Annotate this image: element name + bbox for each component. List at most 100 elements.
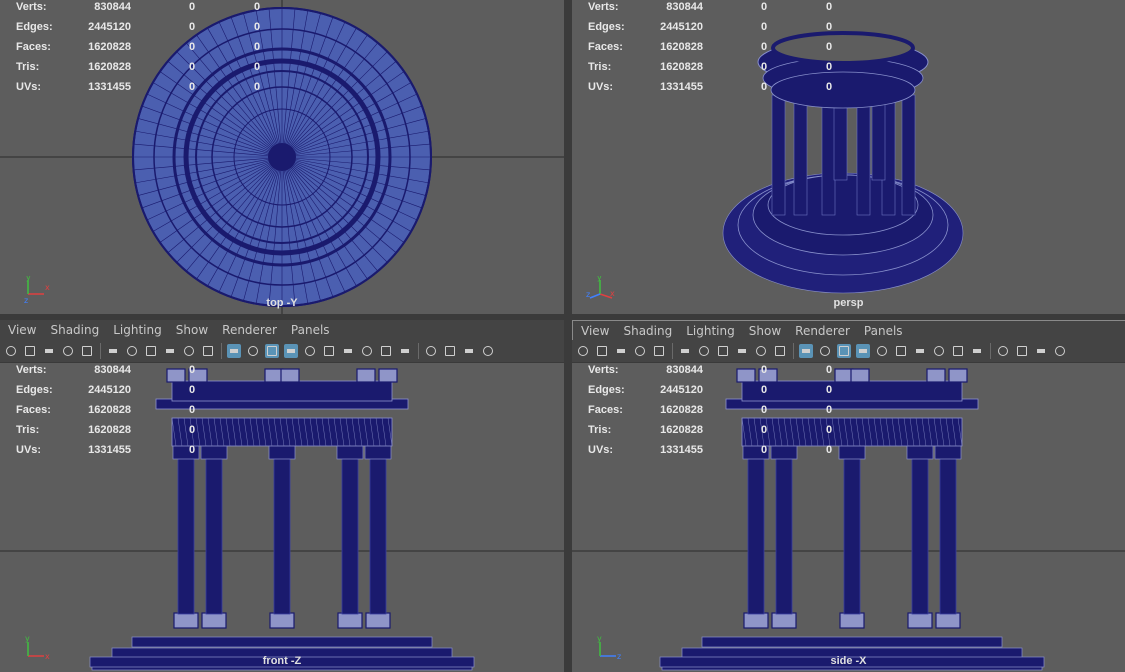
poly-count-hud: Verts: 830844 0 0 Edges: 2445120 0 0 Faces: 162…: [588, 0, 848, 100]
shadows-icon[interactable]: [894, 344, 908, 358]
stat-selected: 0: [761, 444, 768, 456]
camera-label: persp: [833, 297, 864, 309]
panel-toolbar: [0, 340, 564, 363]
side-view-panel[interactable]: View Shading Lighting Show Renderer Pane…: [572, 320, 1125, 672]
lights-icon[interactable]: [303, 344, 317, 358]
menu-view[interactable]: View: [0, 323, 43, 337]
ssao-icon[interactable]: [913, 344, 927, 358]
film-gate-icon[interactable]: [678, 344, 692, 358]
stat-triangulated: 0: [254, 21, 261, 33]
grid-icon[interactable]: [80, 344, 94, 358]
stat-triangulated: 0: [826, 444, 833, 456]
grid-icon[interactable]: [652, 344, 666, 358]
top-viewport[interactable]: Verts: 830844 0 0 Edges: 2445120 0 0 Faces: 162…: [0, 0, 564, 314]
stat-label: Tris:: [16, 61, 40, 73]
isolate-icon[interactable]: [996, 344, 1010, 358]
motion-blur-icon[interactable]: [360, 344, 374, 358]
column-base: [771, 612, 797, 629]
lights-icon[interactable]: [875, 344, 889, 358]
front-viewport[interactable]: Verts: 830844 0 Edges: 2445120 0 Faces: 16208…: [0, 363, 564, 672]
bookmark-icon[interactable]: [614, 344, 628, 358]
side-viewport[interactable]: Verts: 830844 0 0 Edges: 2445120 0 0 Faces: 162…: [572, 363, 1125, 672]
resolution-gate-icon[interactable]: [697, 344, 711, 358]
camera-attr-icon[interactable]: [595, 344, 609, 358]
ssao-icon[interactable]: [341, 344, 355, 358]
image-plane-icon[interactable]: [633, 344, 647, 358]
field-chart-icon[interactable]: [735, 344, 749, 358]
menu-renderer[interactable]: Renderer: [788, 324, 857, 338]
panel-divider-vertical[interactable]: [564, 0, 572, 672]
film-gate-icon[interactable]: [106, 344, 120, 358]
shadows-icon[interactable]: [322, 344, 336, 358]
image-plane-icon[interactable]: [61, 344, 75, 358]
stat-triangulated: 0: [826, 61, 833, 73]
aa-icon[interactable]: [379, 344, 393, 358]
menu-shading[interactable]: Shading: [43, 323, 106, 337]
camera-select-icon[interactable]: [576, 344, 590, 358]
menu-shading[interactable]: Shading: [616, 324, 679, 338]
backface-icon[interactable]: [481, 344, 495, 358]
column: [843, 457, 861, 615]
dof-icon[interactable]: [970, 344, 984, 358]
column-base: [839, 612, 865, 629]
wireframe-icon[interactable]: [799, 344, 813, 358]
isolate-icon[interactable]: [424, 344, 438, 358]
stat-label: Faces:: [16, 41, 51, 53]
parapet-block: [948, 368, 968, 383]
gate-mask-icon[interactable]: [716, 344, 730, 358]
menu-panels[interactable]: Panels: [284, 323, 337, 337]
aa-icon[interactable]: [951, 344, 965, 358]
xray-icon[interactable]: [443, 344, 457, 358]
stat-value: 1620828: [660, 424, 703, 436]
smooth-shade-icon[interactable]: [818, 344, 832, 358]
safe-title-icon[interactable]: [773, 344, 787, 358]
menu-lighting[interactable]: Lighting: [679, 324, 742, 338]
stat-label: Tris:: [588, 424, 612, 436]
smooth-shade-icon[interactable]: [246, 344, 260, 358]
column: [747, 457, 765, 615]
stat-label: Edges:: [588, 384, 625, 396]
field-chart-icon[interactable]: [163, 344, 177, 358]
safe-title-icon[interactable]: [201, 344, 215, 358]
textured-icon[interactable]: [856, 344, 870, 358]
menu-panels[interactable]: Panels: [857, 324, 910, 338]
column: [911, 457, 929, 615]
motion-blur-icon[interactable]: [932, 344, 946, 358]
safe-action-icon[interactable]: [754, 344, 768, 358]
safe-action-icon[interactable]: [182, 344, 196, 358]
column-capital: [906, 444, 934, 460]
textured-icon[interactable]: [284, 344, 298, 358]
menu-show[interactable]: Show: [742, 324, 788, 338]
front-view-panel[interactable]: View Shading Lighting Show Renderer Pane…: [0, 320, 564, 672]
menu-renderer[interactable]: Renderer: [215, 323, 284, 337]
menu-lighting[interactable]: Lighting: [106, 323, 169, 337]
axis-y-label: y: [26, 276, 31, 282]
panel-menu-bar: View Shading Lighting Show Renderer Pane…: [572, 320, 1125, 341]
stat-value: 830844: [666, 1, 703, 13]
xray-icon[interactable]: [1015, 344, 1029, 358]
stat-selected: 0: [189, 424, 196, 436]
backface-icon[interactable]: [1053, 344, 1067, 358]
stat-label: Verts:: [588, 364, 619, 376]
stat-value: 2445120: [660, 384, 703, 396]
gate-mask-icon[interactable]: [144, 344, 158, 358]
default-material-icon[interactable]: [837, 344, 851, 358]
xray-joints-icon[interactable]: [1034, 344, 1048, 358]
bookmark-icon[interactable]: [42, 344, 56, 358]
panel-divider-horizontal[interactable]: [0, 314, 1125, 320]
menu-view[interactable]: View: [573, 324, 616, 338]
menu-show[interactable]: Show: [169, 323, 215, 337]
column: [939, 457, 957, 615]
top-view-panel[interactable]: Verts: 830844 0 0 Edges: 2445120 0 0 Faces: 162…: [0, 0, 564, 314]
resolution-gate-icon[interactable]: [125, 344, 139, 358]
persp-view-panel[interactable]: Verts: 830844 0 0 Edges: 2445120 0 0 Faces: 162…: [572, 0, 1125, 314]
camera-select-icon[interactable]: [4, 344, 18, 358]
camera-attr-icon[interactable]: [23, 344, 37, 358]
xray-joints-icon[interactable]: [462, 344, 476, 358]
dof-icon[interactable]: [398, 344, 412, 358]
stat-triangulated: 0: [826, 384, 833, 396]
wireframe-icon[interactable]: [227, 344, 241, 358]
default-material-icon[interactable]: [265, 344, 279, 358]
stat-triangulated: 0: [254, 41, 261, 53]
persp-viewport[interactable]: Verts: 830844 0 0 Edges: 2445120 0 0 Faces: 162…: [572, 0, 1125, 314]
